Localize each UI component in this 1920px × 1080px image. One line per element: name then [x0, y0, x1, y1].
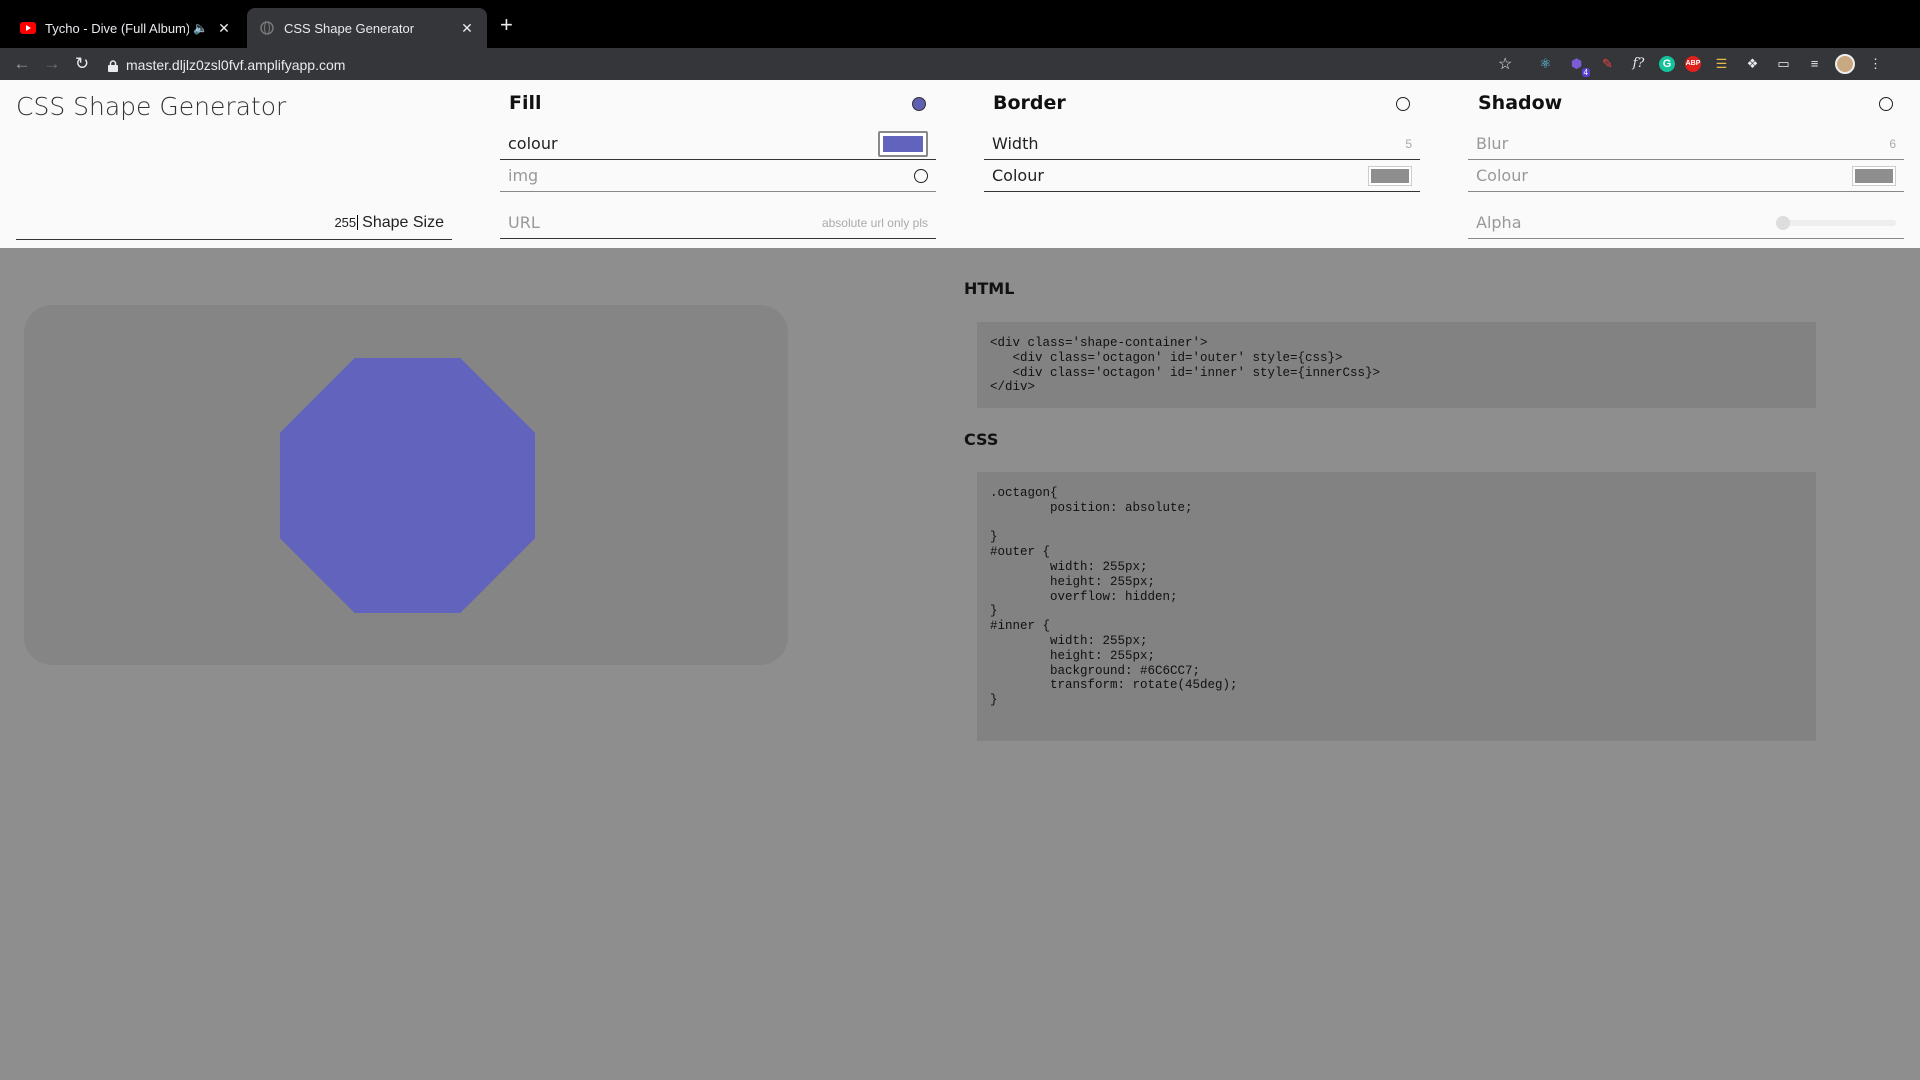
notes-icon[interactable]: ☰	[1711, 53, 1732, 74]
fill-colour-row: colour	[500, 128, 936, 160]
tab-css-shape-generator[interactable]: CSS Shape Generator ✕	[247, 8, 487, 48]
cast-icon[interactable]: ▭	[1773, 53, 1794, 74]
shape-size-label: Shape Size	[362, 213, 444, 231]
react-devtools-icon[interactable]: ⚛	[1535, 53, 1556, 74]
shadow-colour-row: Colour	[1468, 160, 1904, 192]
grammarly-icon[interactable]: G	[1659, 55, 1675, 72]
adblock-icon[interactable]: ABP	[1685, 55, 1701, 72]
fill-colour-label: colour	[508, 134, 558, 153]
fill-img-toggle[interactable]	[914, 168, 928, 183]
fill-section-title: Fill	[509, 92, 542, 114]
puzzle-icon[interactable]: ❖	[1742, 53, 1763, 74]
shadow-colour-picker[interactable]	[1852, 165, 1896, 186]
fill-url-input[interactable]: URL absolute url only pls	[500, 207, 936, 239]
fill-colour-picker[interactable]	[878, 130, 928, 157]
fill-toggle[interactable]	[912, 97, 926, 111]
profile-avatar[interactable]	[1835, 53, 1855, 74]
reload-icon[interactable]: ↻	[67, 54, 97, 74]
shape-size-input[interactable]: 255 Shape Size	[16, 206, 452, 240]
new-tab-button[interactable]: +	[500, 14, 513, 36]
shadow-toggle[interactable]	[1879, 97, 1893, 111]
html-code-block[interactable]: <div class='shape-container'> <div class…	[977, 322, 1816, 408]
border-section-title: Border	[993, 92, 1066, 114]
back-arrow-icon[interactable]: ←	[7, 54, 37, 74]
border-toggle[interactable]	[1396, 97, 1410, 111]
shadow-blur-value[interactable]: 6	[1889, 137, 1896, 151]
shadow-colour-label: Colour	[1476, 166, 1528, 185]
shadow-alpha-label: Alpha	[1476, 213, 1522, 232]
page-title: CSS Shape Generator	[16, 92, 287, 121]
shape-size-value[interactable]: 255	[334, 215, 359, 230]
menu-dots-icon[interactable]: ⋮	[1865, 53, 1886, 74]
border-width-input[interactable]: Width 5	[984, 128, 1420, 160]
slider-thumb[interactable]	[1776, 215, 1790, 230]
browser-tab-bar: Tycho - Dive (Full Album) - 🔈 ✕ CSS Shap…	[0, 0, 1920, 48]
lock-icon	[108, 59, 118, 72]
border-width-label: Width	[992, 134, 1039, 153]
bookmark-star-icon[interactable]: ☆	[1498, 54, 1512, 74]
color-picker-icon[interactable]: ✎	[1597, 53, 1618, 74]
youtube-icon	[20, 20, 36, 36]
speaker-icon[interactable]: 🔈	[193, 21, 208, 35]
border-colour-label: Colour	[992, 166, 1044, 185]
shadow-alpha-row: Alpha	[1468, 207, 1904, 239]
fill-url-hint: absolute url only pls	[821, 215, 928, 230]
shadow-section-title: Shadow	[1478, 92, 1563, 114]
border-colour-row: Colour	[984, 160, 1420, 192]
fill-url-placeholder: URL	[508, 213, 540, 232]
extensions-area: ⚛ ⬢ 4 ✎ f? G ABP ☰ ❖ ▭ ≡ ⋮	[1535, 53, 1886, 77]
fill-img-label: img	[508, 166, 539, 185]
forward-arrow-icon[interactable]: →	[37, 54, 67, 74]
css-code-block[interactable]: .octagon{ position: absolute; } #outer {…	[977, 472, 1816, 741]
extension-badge-icon[interactable]: ⬢ 4	[1566, 53, 1590, 77]
css-code-heading: CSS	[964, 430, 999, 449]
html-code-heading: HTML	[964, 279, 1015, 298]
tab-youtube[interactable]: Tycho - Dive (Full Album) - 🔈 ✕	[8, 8, 244, 48]
address-bar[interactable]: master.dljlz0zsl0fvf.amplifyapp.com	[108, 53, 1518, 77]
shadow-alpha-slider[interactable]	[1776, 215, 1896, 230]
playlist-icon[interactable]: ≡	[1804, 53, 1825, 74]
tab-title: CSS Shape Generator	[284, 20, 415, 36]
border-colour-picker[interactable]	[1368, 165, 1412, 186]
border-width-value[interactable]: 5	[1405, 137, 1412, 151]
shadow-blur-input[interactable]: Blur 6	[1468, 128, 1904, 160]
tab-title: Tycho - Dive (Full Album) -	[45, 20, 190, 36]
globe-icon	[259, 20, 275, 36]
octagon-shape	[280, 358, 535, 613]
close-tab-icon[interactable]: ✕	[459, 20, 475, 37]
url-text: master.dljlz0zsl0fvf.amplifyapp.com	[126, 57, 346, 73]
fill-img-row: img	[500, 160, 936, 192]
shadow-blur-label: Blur	[1476, 134, 1509, 153]
close-tab-icon[interactable]: ✕	[216, 20, 232, 37]
function-icon[interactable]: f?	[1628, 53, 1649, 74]
extension-badge-count: 4	[1581, 68, 1590, 77]
browser-toolbar: ← → ↻ master.dljlz0zsl0fvf.amplifyapp.co…	[0, 48, 1920, 80]
